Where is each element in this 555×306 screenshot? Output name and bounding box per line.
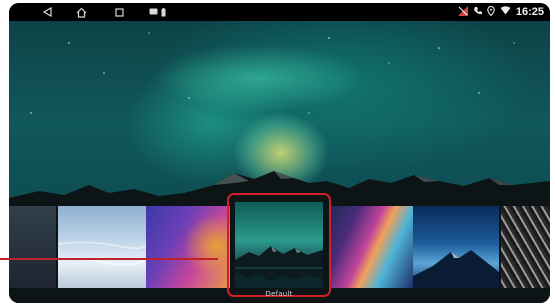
status-bar: 16:25 xyxy=(9,3,550,21)
wallpaper-thumb-purple-gradient[interactable] xyxy=(146,206,230,288)
location-icon xyxy=(487,5,495,19)
wallpaper-thumb-abstract-stripes[interactable] xyxy=(501,206,550,288)
wallpaper-thumb-dark-mountain[interactable] xyxy=(9,206,56,288)
recents-icon[interactable] xyxy=(113,6,125,18)
phone-icon xyxy=(473,6,482,18)
back-icon[interactable] xyxy=(41,6,53,18)
home-icon[interactable] xyxy=(75,6,87,18)
message-icon xyxy=(148,6,158,18)
selected-wallpaper-label: Default xyxy=(265,290,293,298)
wallpaper-thumb-colorful-waves[interactable] xyxy=(329,206,413,288)
wallpaper-thumb-night-mountain[interactable] xyxy=(413,206,499,288)
wifi-icon xyxy=(500,6,511,18)
selected-wallpaper-highlight xyxy=(227,193,331,297)
wallpaper-thumb-sky-clouds[interactable] xyxy=(58,206,146,288)
battery-icon xyxy=(159,6,167,18)
status-icons-right: 16:25 xyxy=(457,5,544,19)
callout-line xyxy=(0,258,218,260)
clock-text: 16:25 xyxy=(515,6,544,18)
signal-off-icon xyxy=(457,5,468,19)
